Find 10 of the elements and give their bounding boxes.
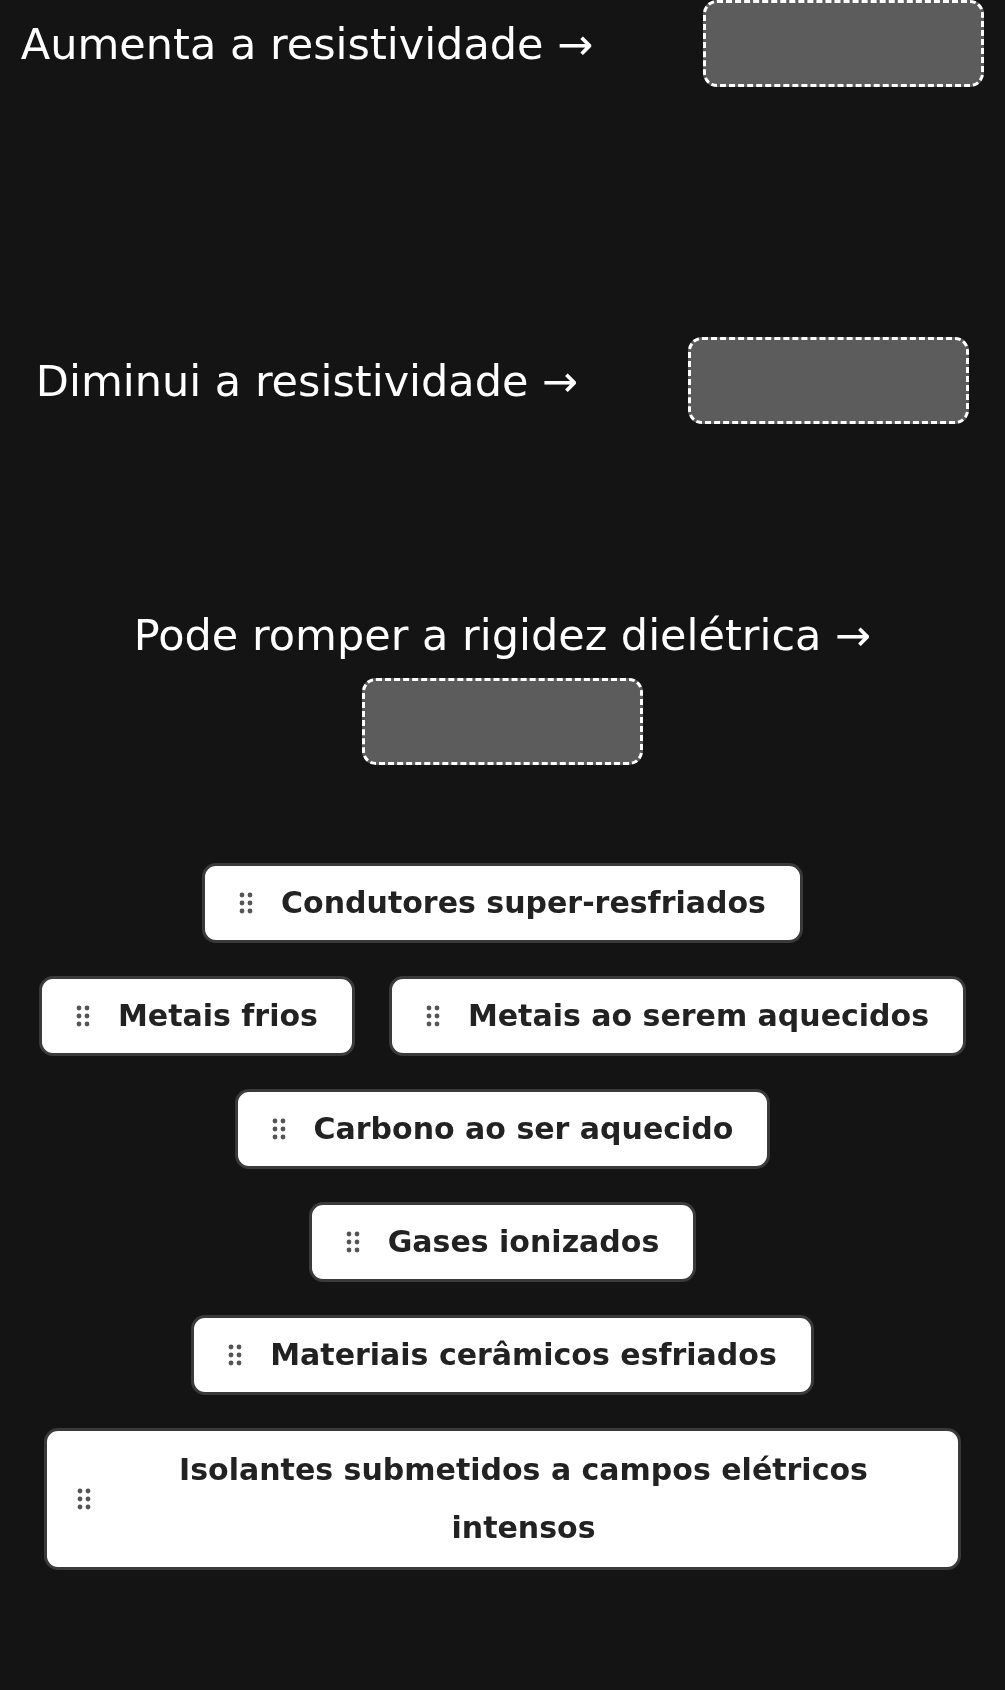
prompt-text: Aumenta a resistividade → (20, 17, 594, 71)
answer-chip[interactable]: Metais frios (38, 976, 355, 1056)
answer-chip[interactable]: Materiais cerâmicos esfriados (191, 1315, 814, 1395)
prompt-text: Pode romper a rigidez dielétrica → (133, 609, 872, 662)
prompt-text: Diminui a resistividade → (35, 354, 579, 408)
answer-chip[interactable]: Gases ionizados (308, 1202, 697, 1282)
answer-chip[interactable]: Isolantes submetidos a campos elétricos intensos (44, 1428, 961, 1570)
answer-chip[interactable]: Metais ao serem aquecidos (388, 976, 967, 1056)
answer-chip[interactable]: Carbono ao ser aquecido (234, 1089, 771, 1169)
answer-chip[interactable]: Condutores super-resfriados (202, 863, 803, 943)
